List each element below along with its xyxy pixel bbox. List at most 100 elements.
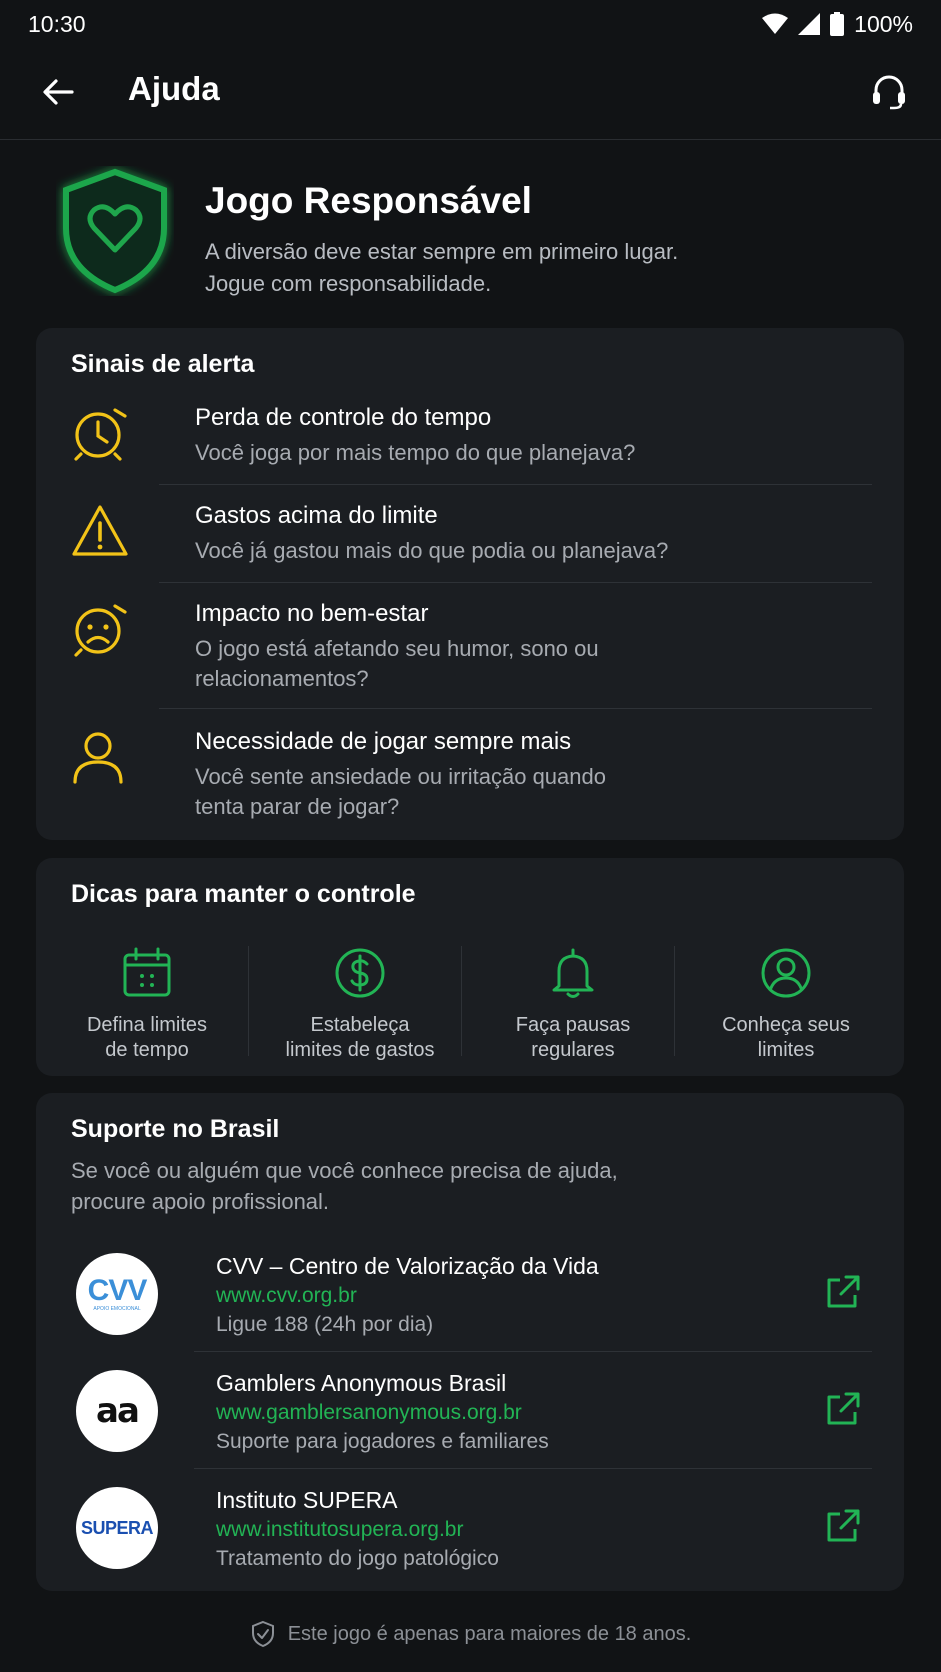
responsible-gaming-hero: Jogo Responsável A diversão deve estar s… [0, 160, 941, 320]
divider [159, 484, 872, 485]
page-title: Ajuda [128, 70, 220, 107]
external-link-icon[interactable] [824, 1507, 862, 1545]
alert-description: O jogo está afetando seu humor, sono ou … [195, 634, 795, 694]
tip-label-line: Defina limites [86, 1014, 208, 1036]
shield-check-icon [251, 1620, 274, 1648]
alert-description-line: tenta parar de jogar? [195, 794, 400, 819]
divider [159, 582, 872, 583]
tip-label-line: de tempo [105, 1039, 189, 1061]
tip-spending-limits[interactable]: Estabeleça limites de gastos [254, 946, 466, 1066]
cvv-logo: CVV APOIO EMOCIONAL [76, 1253, 158, 1335]
alert-title: Impacto no bem-estar [195, 600, 429, 627]
alert-item: Perda de controle do tempo Você joga por… [71, 404, 907, 484]
alert-description-line: Você joga por mais tempo do que planejav… [195, 440, 636, 465]
gamblers-anonymous-logo: aa [76, 1370, 158, 1452]
sad-face-icon [74, 604, 127, 657]
support-description-line: Se você ou alguém que você conhece preci… [71, 1158, 618, 1183]
cvv-logo-subtext: APOIO EMOCIONAL [93, 1306, 141, 1312]
arrow-left-icon [43, 79, 74, 105]
footer-text: Este jogo é apenas para maiores de 18 an… [287, 1622, 692, 1645]
cvv-logo-text: CVV [87, 1274, 148, 1307]
alert-item: Impacto no bem-estar O jogo está afetand… [71, 600, 907, 700]
support-brazil-card: Suporte no Brasil Se você ou alguém que … [36, 1093, 904, 1591]
battery-level: 100% [854, 10, 913, 37]
org-note: Ligue 188 (24h por dia) [216, 1313, 434, 1336]
status-bar: 10:30 100% [0, 0, 941, 48]
support-org-supera[interactable]: SUPERA Instituto SUPERA www.institutosup… [71, 1481, 907, 1581]
user-circle-icon [761, 948, 811, 998]
tip-label-line: regulares [531, 1039, 615, 1061]
tip-label: Conheça seus limites [680, 1013, 892, 1063]
divider [674, 946, 675, 1056]
divider [248, 946, 249, 1056]
control-tips-card: Dicas para manter o controle Defina limi… [36, 858, 904, 1076]
alert-title: Perda de controle do tempo [195, 404, 492, 431]
tip-label-line: Estabeleça [310, 1014, 410, 1036]
warning-signs-card: Sinais de alerta Perda de controle do te… [36, 328, 904, 840]
control-tips-title: Dicas para manter o controle [71, 880, 416, 908]
hero-subtitle-line: Jogue com responsabilidade. [205, 271, 492, 296]
org-note: Suporte para jogadores e familiares [216, 1430, 549, 1453]
alert-description: Você sente ansiedade ou irritação quando… [195, 762, 795, 822]
status-time: 10:30 [28, 10, 86, 37]
external-link-icon[interactable] [824, 1273, 862, 1311]
tip-know-limits[interactable]: Conheça seus limites [680, 946, 892, 1066]
tip-label-line: Faça pausas [515, 1014, 631, 1036]
hero-subtitle-line: A diversão deve estar sempre em primeiro… [205, 239, 679, 264]
status-icons: 100% [762, 11, 913, 38]
org-name: CVV – Centro de Valorização da Vida [216, 1253, 599, 1279]
alert-description-line: Você sente ansiedade ou irritação quando [195, 764, 606, 789]
age-disclaimer: Este jogo é apenas para maiores de 18 an… [0, 1614, 941, 1654]
supera-logo: SUPERA [76, 1487, 158, 1569]
org-url[interactable]: www.cvv.org.br [216, 1284, 357, 1308]
bell-icon [552, 948, 594, 998]
tip-label: Faça pausas regulares [467, 1013, 679, 1063]
org-name: Gamblers Anonymous Brasil [216, 1370, 507, 1396]
back-button[interactable] [38, 72, 78, 112]
org-url[interactable]: www.gamblersanonymous.org.br [216, 1401, 522, 1425]
alert-description: Você já gastou mais do que podia ou plan… [195, 536, 795, 566]
divider [159, 708, 872, 709]
support-org-gamblers-anonymous[interactable]: aa Gamblers Anonymous Brasil www.gambler… [71, 1364, 907, 1464]
support-title: Suporte no Brasil [71, 1115, 280, 1143]
app-bar: Ajuda [0, 48, 941, 140]
alarm-clock-icon [74, 408, 127, 461]
hero-title: Jogo Responsável [205, 180, 532, 221]
alert-item: Necessidade de jogar sempre mais Você se… [71, 728, 907, 828]
divider [194, 1468, 872, 1469]
support-org-cvv[interactable]: CVV APOIO EMOCIONAL CVV – Centro de Valo… [71, 1247, 907, 1347]
warning-signs-title: Sinais de alerta [71, 350, 255, 378]
tip-take-breaks[interactable]: Faça pausas regulares [467, 946, 679, 1066]
org-name: Instituto SUPERA [216, 1487, 398, 1513]
divider [194, 1351, 872, 1352]
tip-label-line: limites [757, 1039, 815, 1061]
calendar-icon [123, 947, 171, 997]
divider [461, 946, 462, 1056]
headset-icon [873, 75, 905, 110]
alert-title: Necessidade de jogar sempre mais [195, 728, 572, 755]
tip-time-limits[interactable]: Defina limites de tempo [41, 946, 253, 1066]
supera-logo-text: SUPERA [80, 1517, 154, 1538]
dollar-icon [335, 948, 385, 998]
alert-description-line: Você já gastou mais do que podia ou plan… [195, 538, 669, 563]
tip-label: Estabeleça limites de gastos [254, 1013, 466, 1063]
shield-heart-icon [63, 168, 167, 294]
support-description-line: procure apoio profissional. [71, 1189, 330, 1214]
hero-subtitle: A diversão deve estar sempre em primeiro… [205, 236, 845, 300]
support-description: Se você ou alguém que você conhece preci… [71, 1155, 711, 1217]
org-note: Tratamento do jogo patológico [216, 1547, 499, 1570]
signal-icon [798, 13, 821, 35]
ga-logo-text: aa [96, 1391, 140, 1431]
battery-icon [830, 12, 845, 36]
alert-title: Gastos acima do limite [195, 502, 438, 529]
alert-description-line: relacionamentos? [195, 666, 369, 691]
support-chat-button[interactable] [867, 70, 911, 114]
org-url[interactable]: www.institutosupera.org.br [216, 1518, 463, 1542]
tip-label-line: Conheça seus [722, 1014, 850, 1036]
alert-description: Você joga por mais tempo do que planejav… [195, 438, 795, 468]
external-link-icon[interactable] [824, 1390, 862, 1428]
warning-icon [72, 505, 128, 556]
tip-label-line: limites de gastos [285, 1039, 435, 1061]
person-icon [73, 732, 123, 784]
wifi-icon [762, 13, 789, 34]
